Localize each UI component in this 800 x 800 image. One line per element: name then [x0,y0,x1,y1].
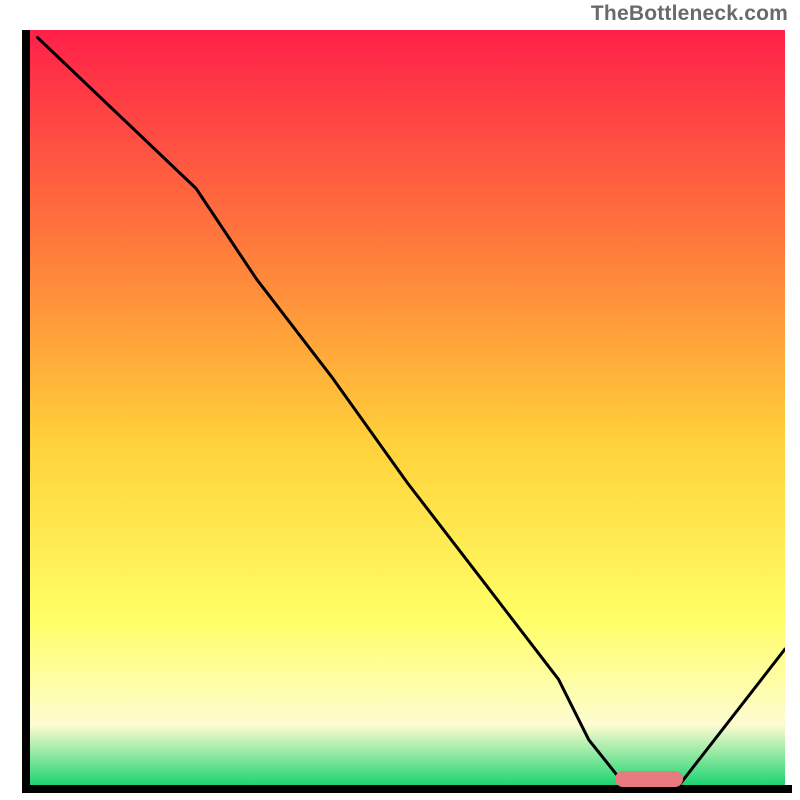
chart-plot-area [30,30,785,785]
watermark-text: TheBottleneck.com [591,2,788,26]
optimal-range-marker [615,771,683,787]
chart-svg [30,30,785,785]
outer-canvas: TheBottleneck.com [0,0,800,800]
gradient-background [30,30,785,785]
y-axis [22,30,30,793]
